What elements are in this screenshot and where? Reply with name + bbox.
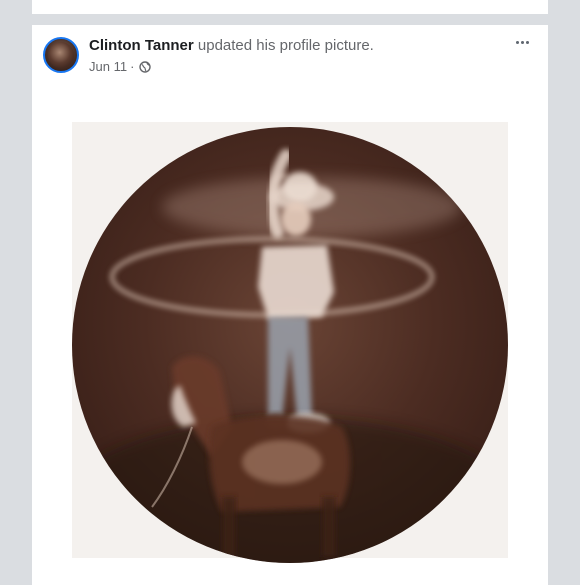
author-avatar[interactable] — [43, 37, 79, 73]
profile-picture-photo[interactable] — [72, 127, 508, 563]
post-date-link[interactable]: Jun 11 — [89, 59, 127, 74]
author-name-link[interactable]: Clinton Tanner — [89, 37, 194, 54]
post-meta: Jun 11 · — [89, 59, 152, 74]
meta-separator: · — [130, 59, 135, 74]
post-action-text: updated his profile picture. — [197, 37, 374, 54]
avatar-image — [48, 42, 74, 68]
more-options-dot — [520, 40, 524, 44]
more-options-icon — [515, 40, 519, 44]
post-header: Clinton Tanner updated his profile pictu… — [89, 37, 374, 54]
photo-illustration — [72, 149, 508, 563]
previous-post-card — [32, 0, 548, 14]
more-options-dot — [525, 40, 529, 44]
globe-icon[interactable] — [139, 60, 152, 73]
more-options-button[interactable] — [510, 33, 534, 51]
post-card: Clinton Tanner updated his profile pictu… — [32, 25, 548, 585]
